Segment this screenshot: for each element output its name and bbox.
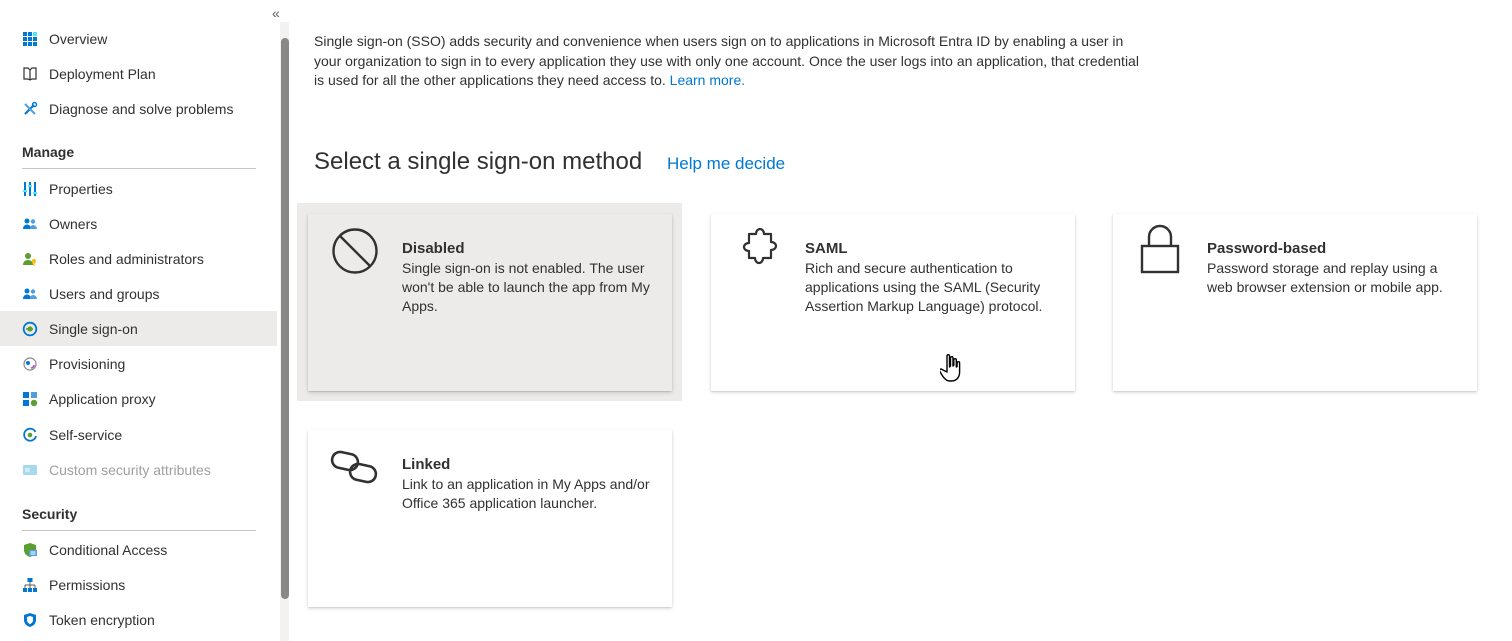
attributes-icon: [22, 462, 38, 478]
sidebar-item-label: Diagnose and solve problems: [49, 100, 234, 117]
sidebar: « Overview Deployment Plan Diagnose and …: [0, 0, 280, 641]
conditional-access-icon: [22, 542, 38, 558]
book-icon: [22, 66, 38, 82]
sidebar-item-overview[interactable]: Overview: [0, 21, 277, 56]
app-proxy-icon: [22, 391, 38, 407]
sidebar-item-label: Users and groups: [49, 285, 160, 302]
sliders-icon: [22, 181, 38, 197]
hand-cursor-icon: [938, 352, 970, 386]
sidebar-item-label: Token encryption: [49, 611, 155, 628]
wrench-icon: [22, 101, 38, 117]
sidebar-item-properties[interactable]: Properties: [0, 171, 277, 206]
card-description: Password storage and replay using a web …: [1207, 260, 1443, 295]
card-description: Rich and secure authentication to applic…: [805, 260, 1043, 314]
sso-icon: [22, 321, 38, 337]
sso-option-disabled[interactable]: Disabled Single sign-on is not enabled. …: [308, 214, 672, 391]
sidebar-item-label: Application proxy: [49, 390, 156, 407]
collapse-sidebar-button[interactable]: «: [272, 5, 280, 21]
card-description: Link to an application in My Apps and/or…: [402, 476, 650, 511]
sidebar-item-provisioning[interactable]: Provisioning: [0, 346, 277, 381]
learn-more-link[interactable]: Learn more.: [670, 72, 745, 88]
grid-icon: [22, 31, 38, 47]
card-description: Single sign-on is not enabled. The user …: [402, 260, 650, 314]
sidebar-item-deployment-plan[interactable]: Deployment Plan: [0, 56, 277, 91]
sso-option-password-based[interactable]: Password-based Password storage and repl…: [1113, 214, 1477, 391]
lock-icon: [1139, 224, 1181, 276]
hierarchy-icon: [22, 577, 38, 593]
shield-icon: [22, 612, 38, 628]
page-heading: Select a single sign-on method: [314, 148, 643, 175]
sidebar-item-owners[interactable]: Owners: [0, 206, 277, 241]
sidebar-item-custom-security-attributes[interactable]: Custom security attributes: [0, 452, 277, 487]
self-service-icon: [22, 427, 38, 443]
puzzle-icon: [735, 227, 779, 272]
section-header-manage: Manage: [22, 144, 256, 169]
sidebar-item-label: Properties: [49, 180, 113, 197]
sidebar-item-users-groups[interactable]: Users and groups: [0, 276, 277, 311]
card-title: Linked: [402, 456, 451, 473]
sidebar-item-label: Single sign-on: [49, 320, 138, 337]
section-header-security: Security: [22, 506, 256, 531]
sidebar-item-label: Owners: [49, 215, 98, 232]
card-title: Disabled: [402, 240, 465, 257]
sidebar-item-label: Roles and administrators: [49, 250, 204, 267]
card-title: Password-based: [1207, 240, 1327, 257]
person-key-icon: [22, 251, 38, 267]
sidebar-item-label: Provisioning: [49, 355, 126, 372]
card-title: SAML: [805, 240, 848, 257]
sidebar-item-roles-administrators[interactable]: Roles and administrators: [0, 241, 277, 276]
sidebar-item-single-sign-on[interactable]: Single sign-on: [0, 311, 277, 346]
sidebar-item-token-encryption[interactable]: Token encryption: [0, 602, 277, 637]
intro-paragraph: Single sign-on (SSO) adds security and c…: [314, 32, 1144, 91]
sidebar-item-label: Overview: [49, 30, 108, 47]
sidebar-item-diagnose[interactable]: Diagnose and solve problems: [0, 91, 277, 126]
sidebar-item-label: Self-service: [49, 426, 123, 443]
sidebar-item-permissions[interactable]: Permissions: [0, 567, 277, 602]
sidebar-item-application-proxy[interactable]: Application proxy: [0, 381, 277, 416]
sidebar-item-label: Conditional Access: [49, 541, 168, 558]
sidebar-item-self-service[interactable]: Self-service: [0, 417, 277, 452]
sync-icon: [22, 356, 38, 372]
link-icon: [330, 450, 380, 486]
people-icon: [22, 286, 38, 302]
sidebar-item-label: Deployment Plan: [49, 65, 156, 82]
prohibited-icon: [330, 226, 380, 276]
sidebar-item-label: Permissions: [49, 576, 126, 593]
help-me-decide-link[interactable]: Help me decide: [667, 154, 785, 174]
people-icon: [22, 216, 38, 232]
sidebar-item-conditional-access[interactable]: Conditional Access: [0, 532, 277, 567]
sidebar-item-label: Custom security attributes: [49, 461, 211, 478]
sso-option-linked[interactable]: Linked Link to an application in My Apps…: [308, 430, 672, 607]
sso-option-saml[interactable]: SAML Rich and secure authentication to a…: [711, 214, 1075, 391]
sidebar-scrollbar-thumb[interactable]: [281, 38, 289, 599]
